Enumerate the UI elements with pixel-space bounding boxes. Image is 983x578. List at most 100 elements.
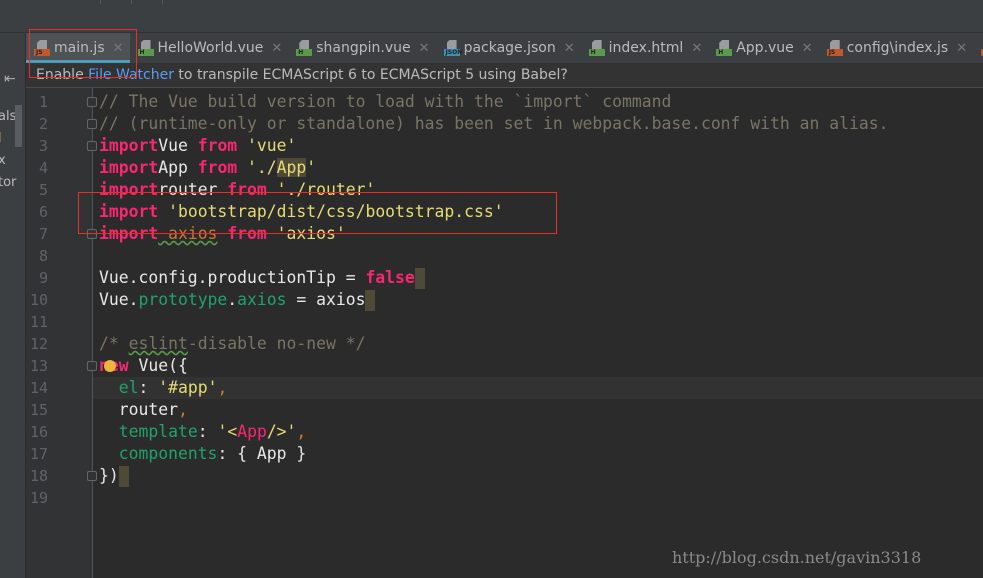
- panel-item[interactable]: als: [0, 109, 16, 124]
- code-token: Vue.config.productionTip =: [99, 268, 366, 287]
- line-number: 17: [29, 445, 48, 463]
- close-tab-icon[interactable]: ✕: [956, 41, 967, 56]
- line-number: 13: [29, 357, 48, 375]
- file-type-icon: H: [296, 40, 313, 56]
- file-type-icon: H: [137, 40, 154, 56]
- line-number: 19: [29, 489, 48, 507]
- code-token: App: [276, 158, 307, 177]
- close-tab-icon[interactable]: ✕: [802, 41, 813, 56]
- code-token: false: [365, 268, 415, 287]
- code-line: template: '<App/>',: [93, 421, 983, 443]
- code-token: components: [118, 444, 218, 463]
- line-number: 2: [38, 115, 48, 133]
- code-token: ': [306, 158, 317, 177]
- code-token: router: [99, 400, 178, 419]
- line-number: 10: [29, 291, 48, 309]
- line-number: 6: [38, 203, 48, 221]
- file-watcher-notice: Enable File Watcher to transpile ECMAScr…: [26, 63, 983, 88]
- code-editor[interactable]: // The Vue build version to load with th…: [93, 91, 983, 509]
- line-number: 8: [38, 247, 48, 265]
- code-token: App: [237, 422, 267, 441]
- code-token: import: [99, 158, 159, 177]
- code-token: '#app': [158, 378, 218, 397]
- main-toolbar: [0, 0, 983, 33]
- file-type-icon: H: [588, 40, 605, 56]
- file-type-icon: JSON: [443, 40, 462, 56]
- code-line: importVue from 'vue': [93, 135, 983, 157]
- code-token: /*: [99, 334, 129, 353]
- code-token: eslint: [128, 334, 188, 353]
- editor-tabs: JS main.js ✕ H HelloWorld.vue ✕ Hshangpin.vue ✕…: [26, 33, 983, 63]
- collapse-panel-icon[interactable]: ⇤: [4, 71, 16, 87]
- code-line: Vue.config.productionTip = false: [93, 267, 983, 289]
- code-line: el: '#app',: [93, 377, 983, 399]
- code-line: }): [93, 465, 983, 487]
- code-token: axios: [237, 290, 287, 309]
- code-line: importApp from './App': [93, 157, 983, 179]
- brace-match-marker: [118, 466, 129, 487]
- line-number: 16: [29, 423, 48, 441]
- tab-label: config\index.js: [846, 40, 949, 56]
- line-number: 14: [29, 379, 48, 397]
- tab-label: package.json: [463, 40, 556, 56]
- close-tab-icon[interactable]: ✕: [564, 41, 575, 56]
- highlight-box-import: [78, 192, 557, 234]
- code-token: ,: [217, 378, 228, 397]
- line-number: 7: [38, 225, 48, 243]
- brace-match-marker: [365, 290, 376, 311]
- tab-shangpin-vue[interactable]: Hshangpin.vue ✕: [288, 33, 435, 63]
- code-token: .: [227, 290, 238, 309]
- panel-item[interactable]: tor: [0, 175, 16, 190]
- close-tab-icon[interactable]: ✕: [419, 41, 430, 56]
- close-tab-icon[interactable]: ✕: [271, 41, 282, 56]
- code-line: Vue.prototype.axios = axios: [93, 289, 983, 311]
- code-token: = axios: [286, 290, 366, 309]
- toolbar-separator: [100, 0, 101, 4]
- panel-item[interactable]: x: [0, 153, 6, 168]
- line-number: 18: [29, 467, 48, 485]
- code-line: /* eslint-disable no-new */: [93, 333, 983, 355]
- tab-package-json[interactable]: JSON package.json ✕: [436, 33, 581, 63]
- code-token: from: [197, 136, 238, 155]
- code-token: from: [197, 158, 238, 177]
- code-token: // The Vue build version to load with th…: [99, 92, 672, 111]
- code-token: 'vue': [237, 136, 297, 155]
- tab-app-vue[interactable]: H App.vue ✕: [708, 33, 818, 63]
- code-token: ,: [296, 422, 307, 441]
- code-token: template: [118, 422, 198, 441]
- tab-helloworld-vue[interactable]: H HelloWorld.vue ✕: [130, 33, 289, 63]
- code-token: -disable no-new */: [187, 334, 366, 353]
- tab-index-html[interactable]: Hindex.html ✕: [581, 33, 709, 63]
- tab-label: App.vue: [736, 40, 794, 56]
- code-token: prototype: [138, 290, 228, 309]
- code-line: components: { App }: [93, 443, 983, 465]
- code-token: Vue({: [128, 356, 188, 375]
- tab-label: shangpin.vue: [316, 40, 411, 56]
- panel-item[interactable]: l: [0, 131, 2, 146]
- highlight-box-tab: [29, 29, 137, 78]
- notice-suffix: to transpile ECMAScript 6 to ECMAScript …: [173, 67, 568, 83]
- toolbar-separator: [131, 0, 132, 4]
- code-token: './: [237, 158, 277, 177]
- line-number: 4: [38, 159, 48, 177]
- code-token: }): [99, 466, 119, 485]
- line-number: 1: [38, 93, 48, 111]
- file-type-icon: JS: [826, 40, 843, 56]
- brace-match-marker: [414, 268, 425, 289]
- line-gutter: 1 2 3 4 5 6 7 8 9 10 11 12 13 14 15 16 17 18 19: [26, 88, 93, 578]
- lightbulb-icon[interactable]: [104, 360, 116, 372]
- code-token: App: [158, 158, 198, 177]
- code-token: // (runtime-only or standalone) has been…: [99, 114, 889, 133]
- line-number: 5: [38, 181, 48, 199]
- tab-rout[interactable]: JSrout: [973, 33, 983, 63]
- code-line: // (runtime-only or standalone) has been…: [93, 113, 983, 135]
- tab-config-index-js[interactable]: JS config\index.js ✕: [819, 33, 973, 63]
- line-number: 11: [29, 313, 48, 331]
- close-tab-icon[interactable]: ✕: [691, 41, 702, 56]
- code-token: ,: [177, 400, 188, 419]
- code-line: router,: [93, 399, 983, 421]
